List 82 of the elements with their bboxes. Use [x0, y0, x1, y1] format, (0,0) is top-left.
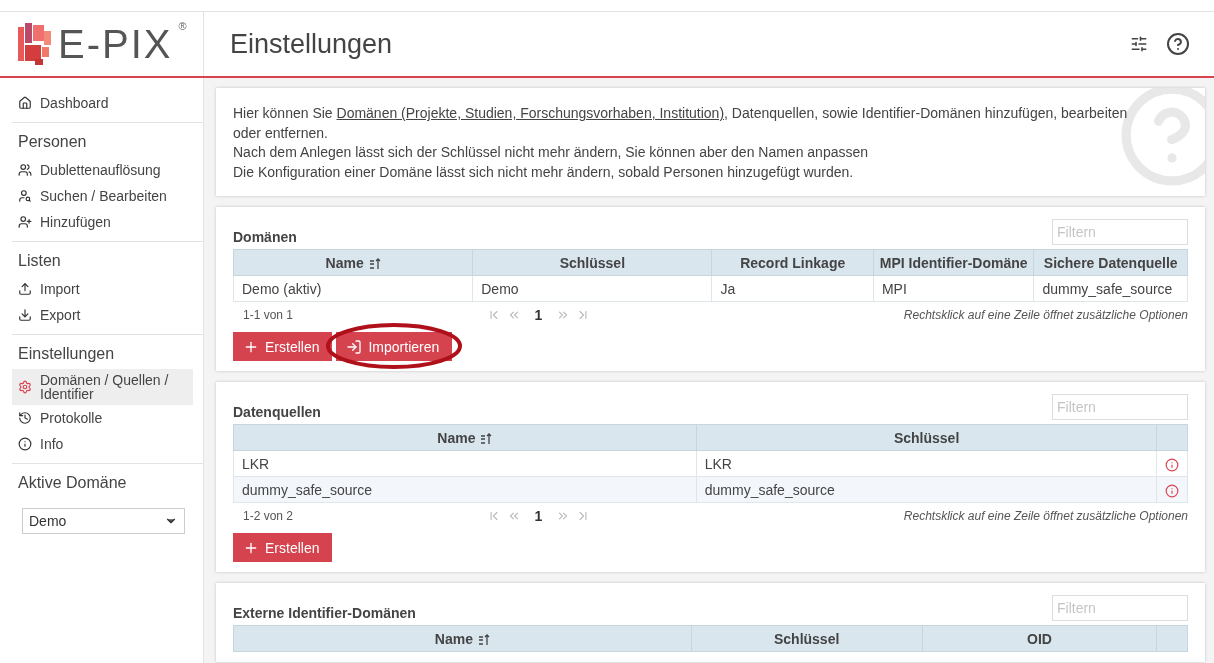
sort-icon[interactable] [477, 633, 490, 646]
section-title: Listen [17, 251, 62, 271]
column-header[interactable]: Name [325, 254, 364, 271]
header-cell[interactable]: MPI Identifier-Domäne [873, 249, 1034, 276]
import-button[interactable]: Importieren [336, 332, 453, 361]
context-hint: Rechtsklick auf eine Zeile öffnet zusätzliche Optionen [903, 509, 1188, 523]
domain-select[interactable]: Demo [22, 508, 185, 534]
user-plus-icon [18, 215, 32, 229]
sort-icon[interactable] [480, 432, 493, 445]
import-icon [346, 338, 363, 355]
logo-icon [18, 23, 52, 65]
panel-title: Externe Identifier-Domänen [233, 605, 416, 621]
column-header[interactable]: Sichere Datenquelle [1043, 254, 1178, 271]
sort-icon[interactable] [368, 257, 381, 270]
intro-note: Die Konfiguration einer Domäne lässt sich nicht mehr ändern, sobald Personen hinzugefügt wurden. [233, 162, 855, 182]
filter-field[interactable]: Filtern [1052, 219, 1188, 245]
column-header[interactable]: Schlüssel [559, 254, 626, 271]
registered-mark: ® [178, 20, 187, 32]
header-cell[interactable]: Name [233, 424, 697, 451]
record-count: 1-2 von 2 [242, 509, 294, 523]
panel-title: Domänen [233, 229, 297, 245]
sidebar-item[interactable]: Domänen / Quellen / Identifier [12, 369, 193, 405]
sidebar-item[interactable]: Import [12, 276, 193, 302]
sidebar-item[interactable]: Hinzufügen [12, 209, 193, 235]
sidebar-item[interactable]: Protokolle [12, 405, 193, 431]
page-number[interactable]: 1 [534, 508, 543, 524]
history-icon [18, 411, 32, 425]
table-cell: dummy_safe_source [242, 481, 372, 498]
filter-field[interactable]: Filtern [1052, 595, 1188, 621]
create-button[interactable]: Erstellen [233, 533, 333, 562]
user-search-icon [18, 189, 32, 203]
header-cell[interactable]: OID [922, 625, 1157, 652]
table-cell: Demo [481, 280, 519, 297]
section-title: Personen [17, 132, 88, 152]
table-cell: Ja [720, 280, 736, 297]
sliders-icon[interactable] [1130, 35, 1148, 53]
header-cell[interactable]: Name [233, 249, 473, 276]
intro-text: Hier können Sie Domänen (Projekte, Studien, Forschungsvorhaben, Institution), Datenquellen, sowie Identifier-Domänen hinzufügen, bearbeiten oder entfernen. [233, 104, 1129, 143]
users-icon [18, 163, 32, 177]
column-header[interactable]: Schlüssel [893, 429, 960, 446]
table-cell: LKR [242, 455, 270, 472]
table-cell: MPI [881, 280, 907, 297]
record-count: 1-1 von 1 [242, 308, 294, 322]
column-header[interactable]: Schlüssel [773, 630, 840, 647]
help-icon[interactable] [1166, 32, 1190, 56]
download-icon [18, 308, 32, 322]
column-header[interactable]: Name [434, 630, 473, 647]
info-icon[interactable] [1165, 483, 1180, 498]
sidebar-item[interactable]: Suchen / Bearbeiten [12, 183, 193, 209]
logo-text: E-PIX [58, 21, 173, 67]
header-cell[interactable]: Schlüssel [691, 625, 923, 652]
table-cell: LKR [704, 455, 732, 472]
context-hint: Rechtsklick auf eine Zeile öffnet zusätzliche Optionen [903, 308, 1188, 322]
page-number[interactable]: 1 [534, 307, 543, 323]
table-cell: Demo (aktiv) [242, 280, 322, 297]
intro-note: Nach dem Anlegen lässt sich der Schlüssel nicht mehr ändern, Sie können aber den Namen anpassen [233, 143, 870, 162]
create-button[interactable]: Erstellen [233, 332, 333, 361]
header-cell[interactable]: Sichere Datenquelle [1033, 249, 1188, 276]
column-header[interactable]: OID [1027, 630, 1052, 647]
column-header[interactable]: Record Linkage [740, 254, 846, 271]
sidebar-item[interactable]: Dublettenauflösung [12, 157, 193, 183]
sidebar-item[interactable]: Info [12, 431, 193, 457]
section-title: Aktive Domäne [17, 473, 128, 493]
sidebar-item[interactable]: Export [12, 302, 193, 328]
header-cell[interactable]: Record Linkage [711, 249, 874, 276]
panel-title: Datenquellen [233, 404, 321, 420]
info-icon[interactable] [1165, 457, 1180, 472]
header-cell[interactable]: Schlüssel [472, 249, 712, 276]
home-icon [18, 96, 32, 110]
page-title: Einstellungen [229, 28, 394, 60]
filter-field[interactable]: Filtern [1052, 394, 1188, 420]
header-cell[interactable]: Name [233, 625, 692, 652]
table-cell: dummy_safe_source [1042, 280, 1173, 297]
table-cell: dummy_safe_source [704, 481, 835, 498]
upload-icon [18, 282, 32, 296]
info-icon [18, 437, 32, 451]
header-cell[interactable]: Schlüssel [696, 424, 1157, 451]
section-title: Einstellungen [17, 344, 116, 364]
column-header[interactable]: MPI Identifier-Domäne [879, 254, 1028, 271]
column-header[interactable]: Name [437, 429, 476, 446]
gear-icon [18, 380, 32, 394]
sidebar-item[interactable]: Dashboard [12, 90, 193, 116]
